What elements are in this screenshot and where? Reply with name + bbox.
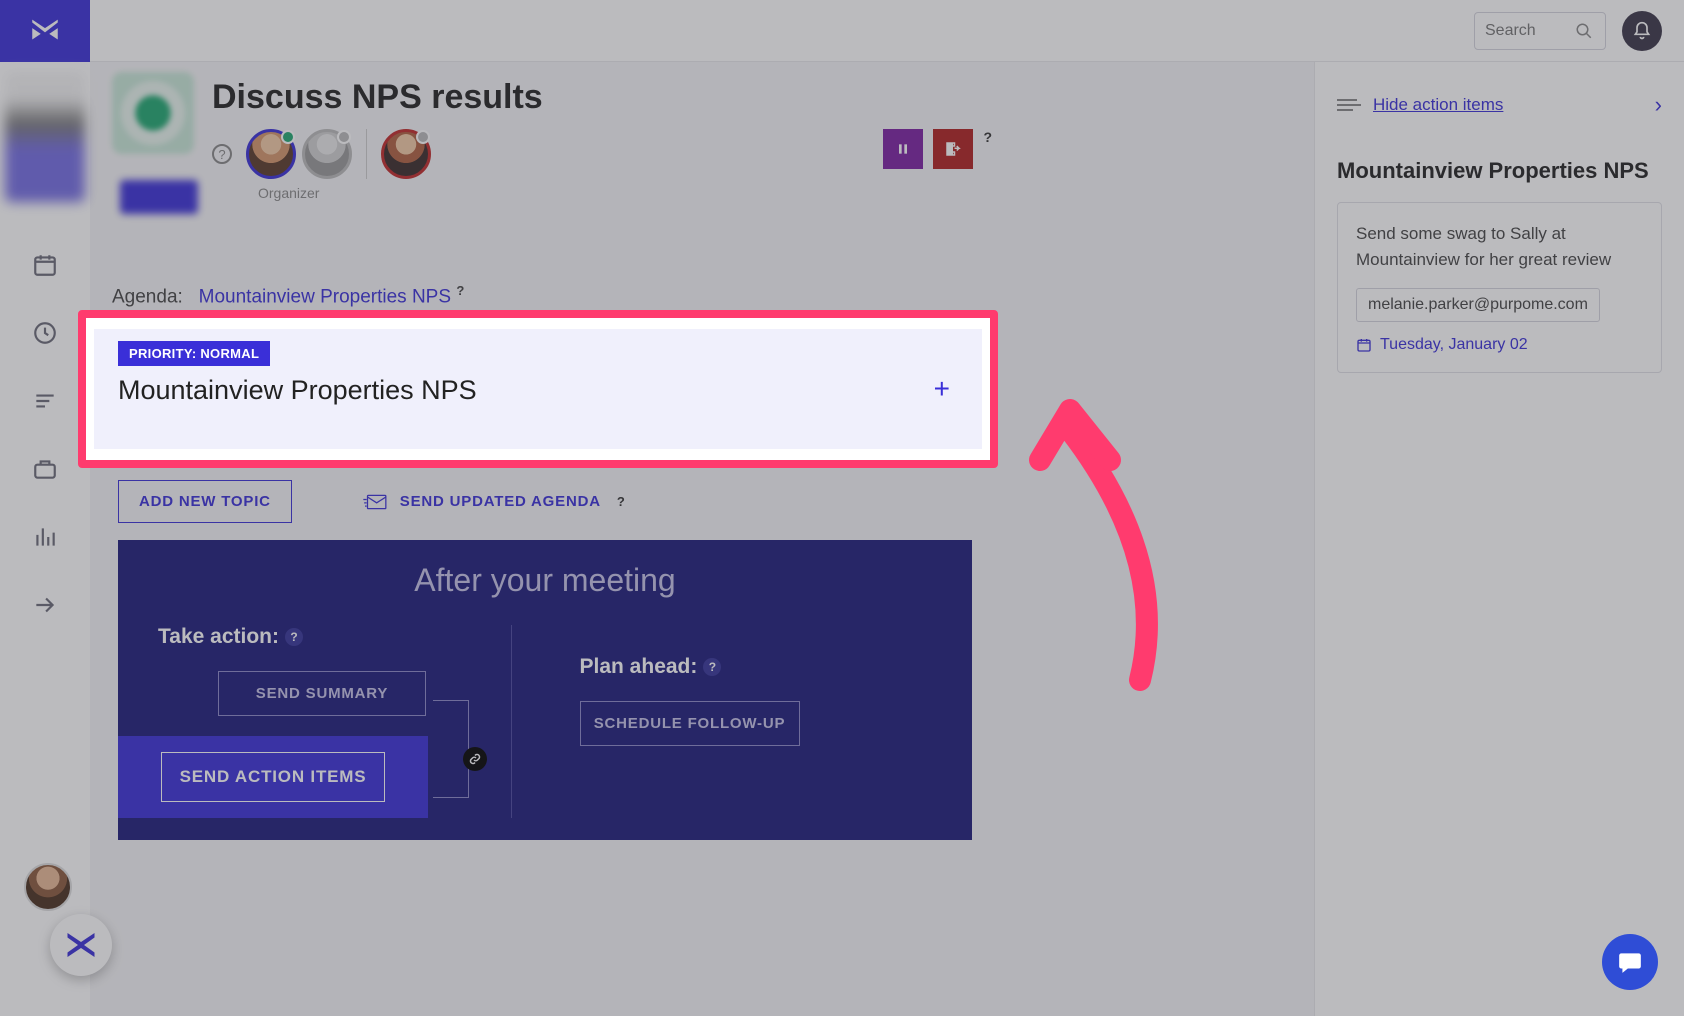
divider (366, 129, 367, 179)
chat-button[interactable] (1602, 934, 1658, 990)
exit-button[interactable] (933, 129, 973, 169)
send-action-items-button[interactable]: SEND ACTION ITEMS (161, 752, 386, 802)
annotation-arrow (990, 380, 1190, 700)
agenda-heading: Agenda: Mountainview Properties NPS ? (112, 283, 992, 308)
hide-action-items-link[interactable]: Hide action items (1337, 95, 1503, 115)
page-title: Discuss NPS results (212, 78, 992, 117)
connector-line (433, 760, 469, 798)
pause-icon (895, 141, 911, 157)
list-icon[interactable] (32, 388, 58, 414)
topic-title: Mountainview Properties NPS (118, 375, 477, 406)
after-meeting-panel: After your meeting Take action: ? SEND S… (118, 540, 972, 840)
floating-logo-button[interactable] (50, 914, 112, 976)
app-logo[interactable] (0, 0, 90, 62)
action-item-title: Mountainview Properties NPS (1337, 158, 1662, 184)
topic-card-highlighted[interactable]: PRIORITY: NORMAL Mountainview Properties… (78, 310, 998, 468)
action-items-panel: Hide action items › Mountainview Propert… (1314, 62, 1684, 1016)
assignee-email[interactable]: melanie.parker@purpome.com (1356, 288, 1600, 322)
attendee-avatar[interactable] (381, 129, 431, 179)
presence-offline-icon (416, 130, 430, 144)
chart-icon[interactable] (32, 524, 58, 550)
notifications-button[interactable] (1622, 11, 1662, 51)
help-icon[interactable]: ? (212, 144, 232, 164)
presence-online-icon (281, 130, 295, 144)
presence-offline-icon (337, 130, 351, 144)
org-icon (112, 72, 194, 154)
list-icon (1337, 99, 1361, 111)
help-icon[interactable]: ? (285, 628, 303, 646)
attendee-avatar[interactable] (302, 129, 352, 179)
send-agenda-button[interactable]: SEND UPDATED AGENDA ? (362, 492, 626, 512)
organizer-label: Organizer (258, 185, 992, 201)
arrow-right-icon[interactable] (32, 592, 58, 618)
help-icon[interactable]: ? (703, 658, 721, 676)
after-meeting-title: After your meeting (158, 562, 932, 599)
bell-icon (1632, 21, 1652, 41)
search-input[interactable] (1485, 22, 1565, 40)
calendar-icon (1356, 337, 1372, 353)
send-summary-button[interactable]: SEND SUMMARY (218, 671, 426, 716)
expand-topic-button[interactable]: + (934, 373, 950, 405)
exit-icon (944, 140, 962, 158)
chat-icon (1617, 949, 1643, 975)
envelope-icon (362, 492, 388, 512)
help-icon[interactable]: ? (456, 283, 464, 298)
due-date[interactable]: Tuesday, January 02 (1356, 336, 1643, 354)
help-icon[interactable]: ? (983, 129, 992, 145)
chevron-right-icon[interactable]: › (1655, 92, 1662, 118)
action-item-body: Send some swag to Sally at Mountainview … (1356, 221, 1643, 272)
clock-icon[interactable] (32, 320, 58, 346)
connector-line (433, 700, 469, 760)
calendar-icon[interactable] (32, 252, 58, 278)
pause-button[interactable] (883, 129, 923, 169)
help-icon[interactable]: ? (617, 494, 626, 509)
link-icon (463, 747, 487, 771)
nav-blurred-section (5, 72, 85, 202)
add-topic-button[interactable]: ADD NEW TOPIC (118, 480, 292, 523)
attendee-avatar[interactable] (246, 129, 296, 179)
user-avatar[interactable] (24, 863, 72, 911)
take-action-heading: Take action: ? (158, 625, 511, 649)
search-icon (1575, 22, 1593, 40)
briefcase-icon[interactable] (32, 456, 58, 482)
agenda-label: Agenda: (112, 286, 183, 307)
send-agenda-label: SEND UPDATED AGENDA (400, 493, 601, 510)
plan-ahead-heading: Plan ahead: ? (580, 655, 933, 679)
action-item-card[interactable]: Send some swag to Sally at Mountainview … (1337, 202, 1662, 373)
schedule-followup-button[interactable]: SCHEDULE FOLLOW-UP (580, 701, 800, 746)
agenda-link[interactable]: Mountainview Properties NPS (199, 286, 451, 307)
priority-badge: PRIORITY: NORMAL (118, 341, 270, 366)
topbar (90, 0, 1684, 62)
main-content: Discuss NPS results ? ? Organizer (112, 72, 992, 339)
sidebar (0, 0, 90, 1016)
search-box[interactable] (1474, 12, 1606, 50)
